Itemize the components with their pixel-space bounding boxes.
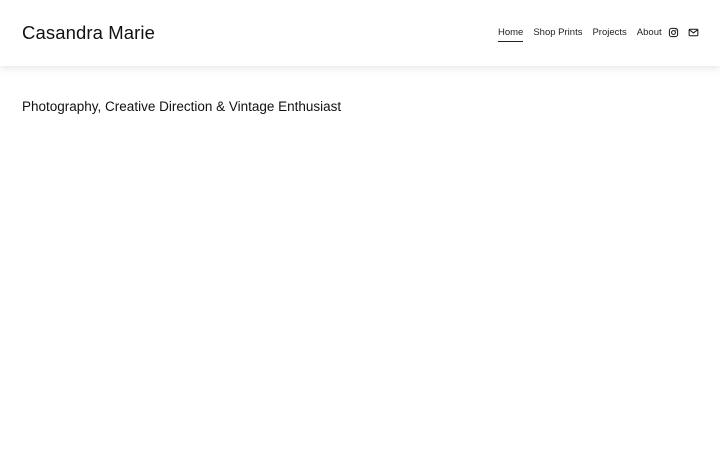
email-icon bbox=[688, 28, 699, 37]
instagram-link[interactable] bbox=[668, 27, 679, 38]
email-link[interactable] bbox=[688, 27, 699, 38]
nav-shop-prints[interactable]: Shop Prints bbox=[533, 26, 582, 42]
site-header: Casandra Marie Home Shop Prints Projects… bbox=[0, 0, 720, 66]
main-nav: Home Shop Prints Projects About bbox=[498, 26, 662, 42]
nav-home[interactable]: Home bbox=[498, 26, 524, 42]
social-links bbox=[668, 27, 699, 38]
instagram-icon bbox=[668, 27, 679, 38]
nav-about[interactable]: About bbox=[637, 26, 662, 42]
page-tagline: Photography, Creative Direction & Vintag… bbox=[22, 99, 342, 114]
main-content: Photography, Creative Direction & Vintag… bbox=[0, 66, 720, 450]
site-title-link[interactable]: Casandra Marie bbox=[22, 21, 155, 45]
nav-projects[interactable]: Projects bbox=[592, 26, 626, 42]
